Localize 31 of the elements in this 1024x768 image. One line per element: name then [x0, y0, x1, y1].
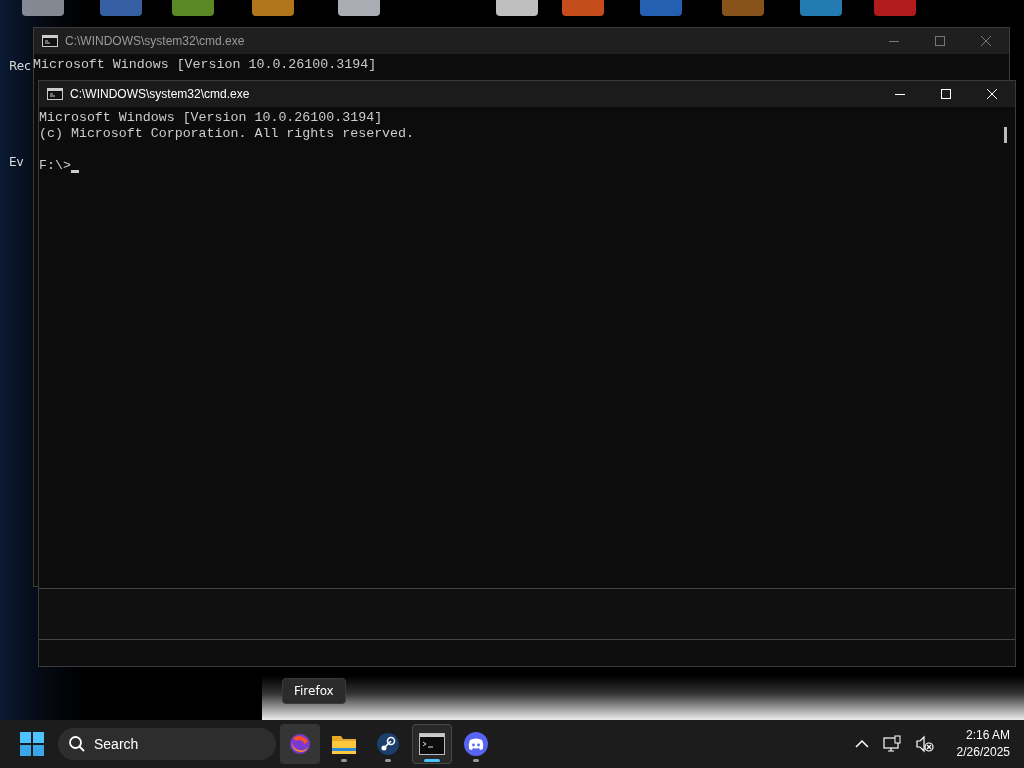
console-icon — [47, 88, 63, 100]
taskbar-app[interactable] — [412, 724, 452, 764]
console-line: Microsoft Windows [Version 10.0.26100.3194] — [33, 57, 377, 73]
network-icon[interactable] — [882, 735, 901, 753]
clock-time[interactable]: 2:16 AM — [965, 727, 1010, 744]
console-icon — [42, 35, 58, 47]
chevron-up-icon[interactable] — [854, 739, 869, 749]
steam-icon — [376, 732, 400, 756]
clock-date[interactable]: 2/26/2025 — [956, 744, 1010, 761]
scrollbar-thumb[interactable] — [1004, 127, 1007, 143]
desktop-icon-label: Rec — [9, 59, 31, 73]
window-title: C:\WINDOWS\system32\cmd.exe — [70, 87, 250, 101]
speaker-muted-icon[interactable] — [914, 735, 935, 753]
console-line: (c) Microsoft Corporation. All rights reserved. — [39, 126, 415, 142]
console-icon — [419, 733, 445, 755]
tooltip: Firefox — [282, 678, 346, 704]
fox-globe-icon — [288, 732, 312, 756]
command-prompt: F:\> — [39, 158, 71, 174]
maximize-icon — [941, 89, 951, 99]
chat-bubble-icon — [463, 731, 489, 757]
console-line: Microsoft Windows [Version 10.0.26100.3194] — [39, 110, 383, 126]
maximize-icon — [935, 36, 945, 46]
desktop-icon-label: Ev — [9, 155, 24, 169]
search-icon — [68, 735, 86, 753]
close-icon — [987, 89, 997, 99]
text-cursor — [70, 170, 79, 173]
window-title: C:\WINDOWS\system32\cmd.exe — [65, 34, 245, 48]
start-icon[interactable] — [20, 732, 44, 756]
folder-icon — [331, 733, 357, 755]
search-field[interactable]: Search — [58, 728, 276, 760]
close-icon — [981, 36, 991, 46]
